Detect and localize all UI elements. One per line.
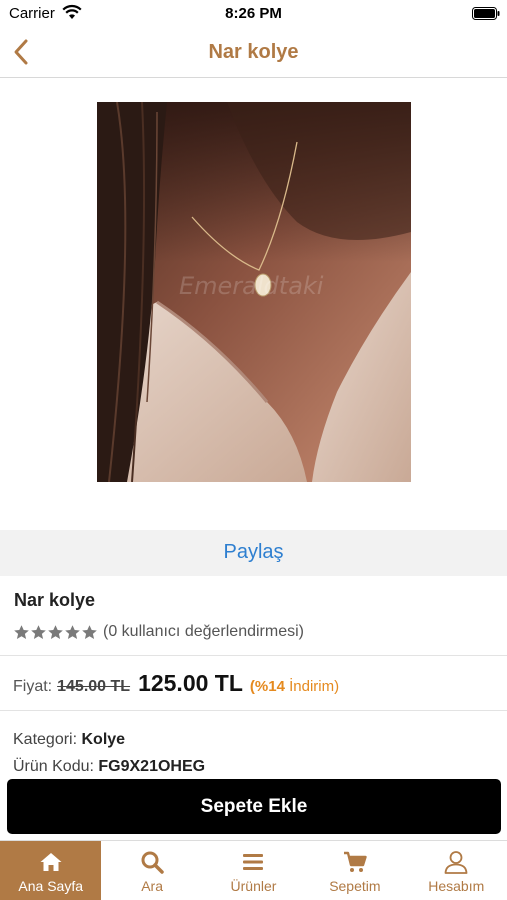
product-code-value: FG9X21OHEG <box>98 758 206 775</box>
divider <box>0 655 507 656</box>
navigation-bar: Nar kolye <box>0 28 507 78</box>
tab-account[interactable]: Hesabım <box>406 841 507 900</box>
tab-label: Ürünler <box>230 878 277 894</box>
discount-badge: (%14 İndirim) <box>250 678 339 695</box>
tab-label: Ara <box>141 878 163 894</box>
category-row: Kategori: Kolye <box>13 731 125 749</box>
add-to-cart-button[interactable]: Sepete Ekle <box>7 779 501 834</box>
cart-icon <box>343 851 367 872</box>
search-icon <box>141 851 164 874</box>
clock: 8:26 PM <box>225 5 282 22</box>
star-icon <box>65 624 80 639</box>
rating-count: (0 kullanıcı değerlendirmesi) <box>103 623 304 640</box>
current-price: 125.00 TL <box>138 670 243 696</box>
star-icon <box>82 624 97 639</box>
tab-label: Ana Sayfa <box>18 878 83 894</box>
star-rating[interactable] <box>13 624 98 641</box>
menu-icon <box>243 854 264 870</box>
product-image[interactable]: Emeraldtaki <box>97 102 411 482</box>
discount-word: İndirim) <box>289 678 340 695</box>
image-watermark: Emeraldtaki <box>179 272 324 300</box>
category-label: Kategori: <box>13 731 78 748</box>
status-bar: Carrier 8:26 PM <box>0 0 507 28</box>
old-price: 145.00 TL <box>57 678 131 695</box>
tab-products[interactable]: Ürünler <box>203 841 304 900</box>
star-icon <box>48 624 63 639</box>
tab-label: Sepetim <box>329 878 381 894</box>
share-bar[interactable]: Paylaş <box>0 530 507 576</box>
add-to-cart-label: Sepete Ekle <box>200 795 308 817</box>
price-label: Fiyat: <box>13 678 53 695</box>
category-value[interactable]: Kolye <box>82 731 126 748</box>
product-code-label: Ürün Kodu: <box>13 758 94 775</box>
rating-row: (0 kullanıcı değerlendirmesi) <box>13 622 304 642</box>
tab-home[interactable]: Ana Sayfa <box>0 841 102 900</box>
tab-label: Hesabım <box>428 878 485 894</box>
page-title: Nar kolye <box>208 41 299 63</box>
divider <box>0 710 507 711</box>
home-icon <box>40 853 62 871</box>
star-icon <box>31 624 46 639</box>
discount-percent: (%14 <box>249 678 285 695</box>
share-link[interactable]: Paylaş <box>0 541 507 564</box>
price-row: Fiyat: 145.00 TL 125.00 TL (%14 İndirim) <box>13 670 339 698</box>
battery-icon <box>472 7 500 20</box>
user-icon <box>444 851 468 874</box>
star-icon <box>14 624 29 639</box>
product-code-row: Ürün Kodu: FG9X21OHEG <box>13 758 205 776</box>
tab-search[interactable]: Ara <box>101 841 202 900</box>
product-name: Nar kolye <box>14 590 96 610</box>
tab-bar: Ana Sayfa Ara Ürünler Sepetim Hesabım <box>0 840 507 900</box>
tab-cart[interactable]: Sepetim <box>304 841 405 900</box>
